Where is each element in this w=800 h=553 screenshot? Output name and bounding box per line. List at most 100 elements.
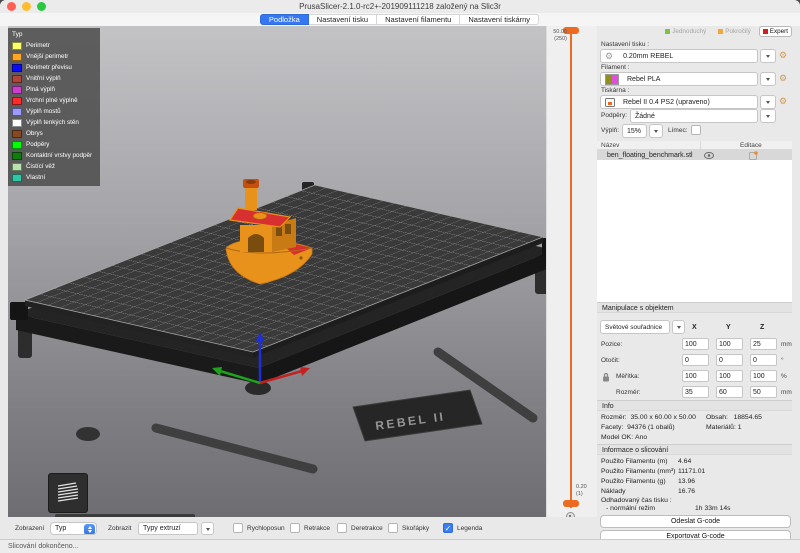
- mode-expert-icon: [763, 29, 768, 34]
- legend-item: Perimetr převisu: [8, 62, 100, 73]
- filament-combo[interactable]: Rebel PLA: [600, 72, 758, 86]
- send-gcode-button[interactable]: Odeslat G-code: [600, 515, 791, 528]
- bottom-toolbar: Zobrazení Typ Zobrazit Typy extruzí Rych…: [0, 517, 596, 539]
- x-axis-arrow: [300, 367, 310, 376]
- legend-item: Výplň mostů: [8, 106, 100, 117]
- size-z-input[interactable]: [750, 386, 777, 398]
- size-y-input[interactable]: [716, 386, 743, 398]
- supports-label: Podpěry:: [601, 112, 627, 119]
- position-z-input[interactable]: [750, 338, 777, 350]
- info-volume: Obsah: 18854.65: [706, 414, 762, 421]
- shells-checkbox-label: Skořápky: [402, 525, 429, 532]
- legend-item: Perimetr: [8, 40, 100, 51]
- legend-item: Vlastní: [8, 172, 100, 183]
- brim-label: Límec:: [668, 127, 688, 134]
- sliced-info-section-header: Informace o slicování: [597, 444, 792, 455]
- printer-gear-icon[interactable]: ⚙: [779, 97, 787, 106]
- print-profile-icon: ⚙: [605, 52, 613, 61]
- rotate-x-input[interactable]: [682, 354, 709, 366]
- tab-printer-settings[interactable]: Nastavení tiskárny: [459, 14, 539, 25]
- scale-z-input[interactable]: [750, 370, 777, 382]
- show-combo-dropdown-button[interactable]: [201, 522, 214, 535]
- print-settings-dropdown-button[interactable]: [760, 49, 776, 63]
- filament-label: Filament :: [601, 64, 630, 71]
- object-list-header: Název Editace: [597, 141, 792, 150]
- rotate-y-input[interactable]: [716, 354, 743, 366]
- layer-slider-top-label: 50.00 (250): [553, 29, 567, 43]
- legend-swatch: [12, 64, 22, 72]
- legend-swatch: [12, 152, 22, 160]
- filament-color-swatch: [605, 74, 619, 85]
- layers-icon: [54, 480, 82, 506]
- mode-advanced-icon: [718, 29, 723, 34]
- info-size: Rozměr: 35.00 x 60.00 x 50.00: [601, 414, 696, 421]
- print-settings-gear-icon[interactable]: ⚙: [779, 51, 787, 60]
- legend-swatch: [12, 163, 22, 171]
- retractions-checkbox[interactable]: [290, 523, 300, 533]
- legend-item: Čistící věž: [8, 161, 100, 172]
- object-name: ben_floating_benchmark.stl: [607, 152, 693, 159]
- brim-checkbox[interactable]: [691, 125, 701, 135]
- supports-dropdown-button[interactable]: [760, 109, 776, 123]
- coordinate-system-combo[interactable]: Světové souřadnice: [600, 320, 670, 334]
- mode-simple-button[interactable]: Jednoduchý: [661, 26, 710, 37]
- legend-swatch: [12, 42, 22, 50]
- view-combo[interactable]: Typ: [50, 522, 97, 535]
- position-y-input[interactable]: [716, 338, 743, 350]
- layer-slider-bottom-handle[interactable]: [563, 500, 579, 507]
- tab-print-settings[interactable]: Nastavení tisku: [308, 14, 377, 25]
- layer-slider-strip: 50.00 (250) 0.20 (1): [546, 26, 597, 517]
- uniform-scale-lock-icon[interactable]: [602, 372, 610, 382]
- printer-dropdown-button[interactable]: [760, 95, 776, 109]
- layer-slider-track[interactable]: [570, 30, 572, 508]
- preview-3d-toggle-button[interactable]: [48, 473, 88, 513]
- legend-item: Výplň tenkých stěn: [8, 117, 100, 128]
- legend-item: Podpěry: [8, 139, 100, 150]
- print-settings-combo[interactable]: ⚙ 0.20mm REBEL: [600, 49, 758, 63]
- tab-filament-settings[interactable]: Nastavení filamentu: [376, 14, 460, 25]
- show-label: Zobrazit: [108, 525, 131, 532]
- size-x-input[interactable]: [682, 386, 709, 398]
- 3d-viewport[interactable]: REBEL II: [8, 26, 546, 517]
- mode-expert-button[interactable]: Expert: [759, 26, 792, 37]
- view-combo-stepper[interactable]: [84, 524, 95, 535]
- coordinate-system-dropdown-button[interactable]: [672, 320, 685, 334]
- info-manifold: Model OK: Ano: [601, 434, 647, 441]
- legend-checkbox-label: Legenda: [457, 525, 482, 532]
- scale-x-input[interactable]: [682, 370, 709, 382]
- status-text: Slicování dokončeno...: [8, 543, 78, 550]
- legend-swatch: [12, 53, 22, 61]
- eye-icon[interactable]: [704, 152, 714, 159]
- sliced-filament-g: Použito Filamentu (g): [601, 478, 666, 485]
- rotate-label: Otočit:: [601, 357, 620, 364]
- supports-combo[interactable]: Žádné: [630, 109, 758, 123]
- printer-combo[interactable]: Rebel II 0.4 PS2 (upraveno): [600, 95, 758, 109]
- printer-icon: [605, 98, 615, 107]
- infill-label: Výplň:: [601, 127, 619, 134]
- filament-dropdown-button[interactable]: [760, 72, 776, 86]
- show-combo[interactable]: Typy extruzí: [138, 522, 198, 535]
- sliced-filament-m: Použito Filamentu (m): [601, 458, 667, 465]
- object-list-name-header: Název: [601, 142, 619, 149]
- position-x-input[interactable]: [682, 338, 709, 350]
- object-list[interactable]: ben_floating_benchmark.stl: [597, 150, 792, 302]
- deretractions-checkbox[interactable]: [337, 523, 347, 533]
- legend-swatch: [12, 75, 22, 83]
- filament-gear-icon[interactable]: ⚙: [779, 74, 787, 83]
- edit-object-icon[interactable]: [749, 151, 758, 160]
- infill-dropdown-button[interactable]: [649, 124, 663, 138]
- sliced-time-label: Odhadovaný čas tisku :: [601, 497, 672, 504]
- scale-y-input[interactable]: [716, 370, 743, 382]
- legend-item: Kontaktní vrstvy podpěr: [8, 150, 100, 161]
- infill-combo[interactable]: 15%: [622, 124, 647, 138]
- mode-advanced-button[interactable]: Pokročilý: [714, 26, 755, 37]
- object-list-row[interactable]: ben_floating_benchmark.stl: [597, 150, 792, 160]
- legend-swatch: [12, 141, 22, 149]
- tab-plater[interactable]: Podložka: [260, 14, 309, 25]
- rotate-z-input[interactable]: [750, 354, 777, 366]
- travel-checkbox[interactable]: [233, 523, 243, 533]
- title-bar: PrusaSlicer-2.1.0-rc2+-201909111218 zalo…: [0, 0, 800, 13]
- shells-checkbox[interactable]: [388, 523, 398, 533]
- legend-checkbox[interactable]: [443, 523, 453, 533]
- printer-label: Tiskárna :: [601, 87, 629, 94]
